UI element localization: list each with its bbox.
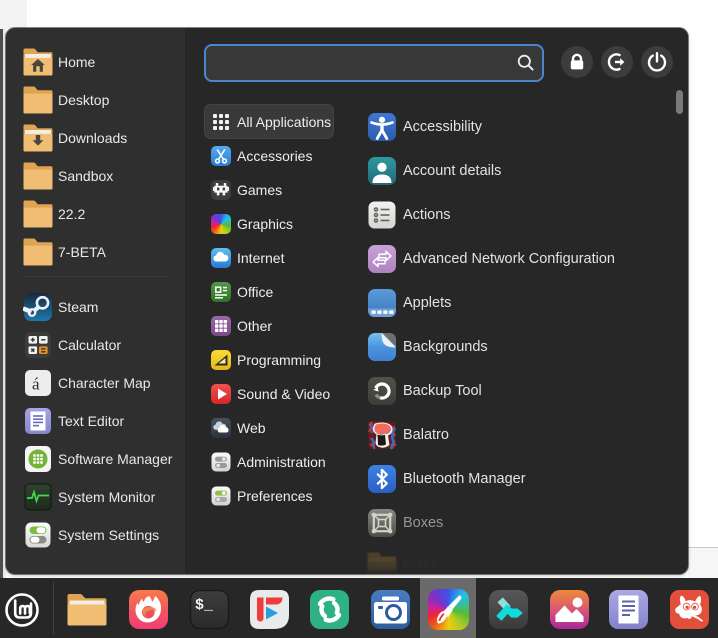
svg-text:$_: $_: [195, 597, 214, 614]
svg-text:á: á: [32, 375, 40, 394]
